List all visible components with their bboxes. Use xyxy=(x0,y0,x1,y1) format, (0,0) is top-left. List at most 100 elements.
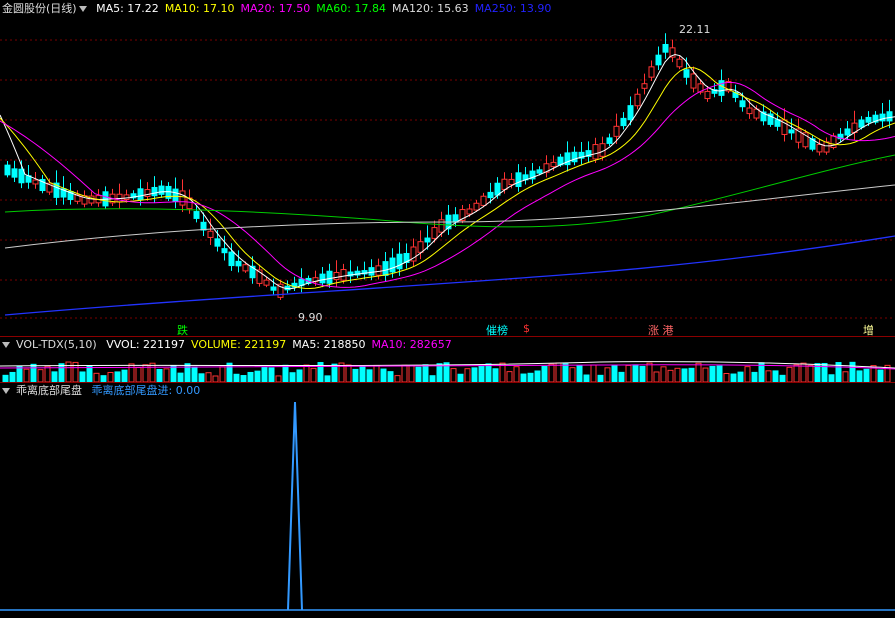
volume-bar xyxy=(513,366,520,382)
volume-bar xyxy=(625,364,632,382)
volume-bar xyxy=(653,371,660,382)
indicator-header: 乖离底部尾盘 乖离底部尾盘进: 0.00 xyxy=(2,383,206,399)
indicator-value: 乖离底部尾盘进: 0.00 xyxy=(91,384,201,397)
volume-bar xyxy=(79,371,86,382)
volume-bar xyxy=(268,367,275,382)
volume-bar xyxy=(548,363,555,382)
volume-bar xyxy=(786,366,793,382)
candle-body xyxy=(137,188,144,201)
price-panel[interactable]: 金圆股份(日线) MA5: 17.22 MA10: 17.10 MA20: 17.5… xyxy=(0,0,895,337)
volume-bar xyxy=(177,372,184,382)
volume-bar xyxy=(254,370,261,382)
candle-body xyxy=(242,264,249,272)
candle-body xyxy=(396,253,403,270)
dropdown-icon[interactable] xyxy=(78,5,87,12)
volume-bar xyxy=(247,371,254,382)
candle-body xyxy=(634,93,641,107)
volume-bar xyxy=(86,365,93,382)
volume-bar xyxy=(716,365,723,382)
candlestick-chart[interactable] xyxy=(0,0,895,336)
volume-legend-0: VVOL: 221197 xyxy=(106,338,186,351)
candle-body xyxy=(886,111,893,122)
volume-bar xyxy=(191,366,198,382)
candle-body xyxy=(270,286,277,291)
candle-body xyxy=(550,161,557,168)
indicator-chart[interactable] xyxy=(0,382,895,618)
candle-body xyxy=(319,273,326,284)
volume-bar xyxy=(373,364,380,382)
volume-bar xyxy=(541,365,548,382)
volume-bar xyxy=(534,370,541,382)
candle-body xyxy=(207,230,214,238)
volume-bar xyxy=(282,364,289,382)
candle-body xyxy=(704,90,711,100)
candle-body xyxy=(333,272,340,281)
candle-body xyxy=(606,137,613,144)
candle-body xyxy=(788,129,795,134)
volume-bar xyxy=(16,365,23,382)
candle-body xyxy=(690,73,697,89)
indicator-panel[interactable]: 乖离底部尾盘 乖离底部尾盘进: 0.00 xyxy=(0,382,895,618)
candle-body xyxy=(18,168,25,184)
candle-body xyxy=(424,237,431,243)
volume-bar xyxy=(688,367,695,382)
candle-body xyxy=(487,191,494,199)
volume-bar xyxy=(562,363,569,382)
volume-bar xyxy=(863,368,870,382)
dropdown-icon[interactable] xyxy=(2,387,10,394)
volume-bar xyxy=(632,364,639,382)
volume-bar xyxy=(107,371,114,382)
candle-body xyxy=(662,43,669,53)
indicator-spike xyxy=(287,401,303,611)
volume-bar xyxy=(877,369,884,382)
candle-body xyxy=(326,270,333,284)
candle-body xyxy=(375,265,382,276)
volume-bar xyxy=(296,369,303,382)
volume-bar xyxy=(415,366,422,382)
candle-body xyxy=(865,116,872,123)
volume-bar xyxy=(660,366,667,382)
volume-bar xyxy=(604,367,611,382)
volume-bar xyxy=(205,372,212,382)
volume-bar xyxy=(737,371,744,382)
volume-bar xyxy=(9,371,16,382)
volume-bar xyxy=(856,370,863,382)
volume-legend-2: MA5: 218850 xyxy=(292,338,366,351)
volume-bar xyxy=(674,367,681,382)
candle-body xyxy=(340,269,347,281)
volume-bar xyxy=(149,362,156,382)
volume-bar xyxy=(639,365,646,382)
volume-bar xyxy=(44,365,51,382)
volume-bar xyxy=(303,364,310,382)
volume-bar xyxy=(114,371,121,382)
volume-bar xyxy=(590,364,597,382)
volume-bar xyxy=(702,367,709,382)
volume-bar xyxy=(170,365,177,382)
volume-panel[interactable]: VOL-TDX(5,10) VVOL: 221197 VOLUME: 221197… xyxy=(0,336,895,382)
volume-bar xyxy=(492,368,499,382)
volume-bar xyxy=(219,366,226,382)
candle-body xyxy=(32,179,39,185)
volume-indicator-name: VOL-TDX(5,10) xyxy=(16,338,97,351)
volume-bar xyxy=(667,369,674,382)
volume-bar xyxy=(135,367,142,382)
candle-body xyxy=(466,208,473,215)
volume-bar xyxy=(597,374,604,382)
candle-body xyxy=(641,83,648,89)
candle-body xyxy=(480,195,487,206)
volume-bar xyxy=(618,371,625,382)
volume-bar xyxy=(408,365,415,382)
volume-bar xyxy=(765,370,772,382)
candle-body xyxy=(844,128,851,136)
volume-bar xyxy=(576,365,583,382)
volume-bar xyxy=(65,361,72,382)
volume-bar xyxy=(2,374,9,382)
indicator-title: 乖离底部尾盘 xyxy=(16,384,82,397)
volume-bar xyxy=(842,371,849,382)
dropdown-icon[interactable] xyxy=(2,341,10,348)
volume-bar xyxy=(359,366,366,382)
candle-body xyxy=(501,178,508,190)
candle-body xyxy=(515,172,522,188)
ma-legend-3: MA60: 17.84 xyxy=(316,2,386,15)
candle-body xyxy=(123,194,130,201)
